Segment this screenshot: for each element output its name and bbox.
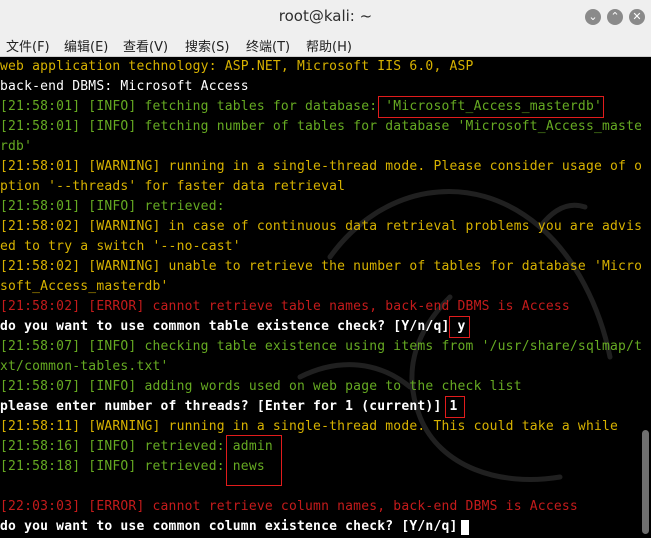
- highlight-answer-threads: [445, 396, 465, 418]
- terminal-prompt-line: do you want to use common table existenc…: [0, 319, 466, 334]
- terminal-output[interactable]: web application technology: ASP.NET, Mic…: [0, 57, 641, 538]
- maximize-button[interactable]: ⌃: [607, 9, 623, 25]
- menu-search[interactable]: 搜索(S): [183, 36, 231, 55]
- close-button[interactable]: ✕: [629, 9, 645, 25]
- menu-terminal[interactable]: 终端(T): [244, 36, 292, 55]
- highlight-answer-y: [449, 316, 470, 338]
- terminal-line: [21:58:11] [WARNING] running in a single…: [0, 419, 619, 434]
- highlight-database-name: [378, 96, 604, 118]
- terminal-line: [21:58:01] [INFO] retrieved:: [0, 199, 225, 214]
- terminal-line: [21:58:01] [WARNING] running in a single…: [0, 159, 641, 174]
- title-bar[interactable]: root@kali: ~ ⌄ ⌃ ✕: [0, 0, 651, 35]
- text-cursor: [461, 520, 469, 535]
- terminal-line: web application technology: ASP.NET, Mic…: [0, 59, 474, 74]
- scrollbar-thumb[interactable]: [642, 430, 649, 534]
- terminal-line: [21:58:07] [INFO] checking table existen…: [0, 339, 641, 354]
- terminal-line: [21:58:01] [INFO] fetching number of tab…: [0, 119, 641, 134]
- highlight-retrieved-tables: [226, 435, 282, 486]
- terminal-line: soft_Access_masterdb': [0, 279, 169, 294]
- window-title: root@kali: ~: [278, 7, 373, 25]
- menu-edit[interactable]: 编辑(E): [62, 36, 110, 55]
- menu-bar: 文件(F) 编辑(E) 查看(V) 搜索(S) 终端(T) 帮助(H): [0, 34, 651, 57]
- terminal-line: rdb': [0, 139, 33, 154]
- terminal-line: xt/common-tables.txt': [0, 359, 169, 374]
- menu-view[interactable]: 查看(V): [121, 36, 170, 55]
- terminal-line: back-end DBMS: Microsoft Access: [0, 79, 249, 94]
- terminal-line-error: [22:03:03] [ERROR] cannot retrieve colum…: [0, 499, 578, 514]
- menu-file[interactable]: 文件(F): [4, 36, 52, 55]
- menu-help[interactable]: 帮助(H): [304, 36, 354, 55]
- terminal-line: [21:58:02] [WARNING] in case of continuo…: [0, 219, 641, 234]
- terminal-line-error: [21:58:02] [ERROR] cannot retrieve table…: [0, 299, 570, 314]
- terminal-line: ed to try a switch '--no-cast': [0, 239, 241, 254]
- terminal-prompt-line: please enter number of threads? [Enter f…: [0, 399, 458, 414]
- terminal-window: root@kali: ~ ⌄ ⌃ ✕ 文件(F) 编辑(E) 查看(V) 搜索(…: [0, 0, 651, 538]
- terminal-prompt-line: do you want to use common column existen…: [0, 519, 466, 534]
- minimize-button[interactable]: ⌄: [585, 9, 601, 25]
- terminal-line: [21:58:02] [WARNING] unable to retrieve …: [0, 259, 641, 274]
- terminal-line: [21:58:07] [INFO] adding words used on w…: [0, 379, 522, 394]
- terminal-line: ption '--threads' for faster data retrie…: [0, 179, 346, 194]
